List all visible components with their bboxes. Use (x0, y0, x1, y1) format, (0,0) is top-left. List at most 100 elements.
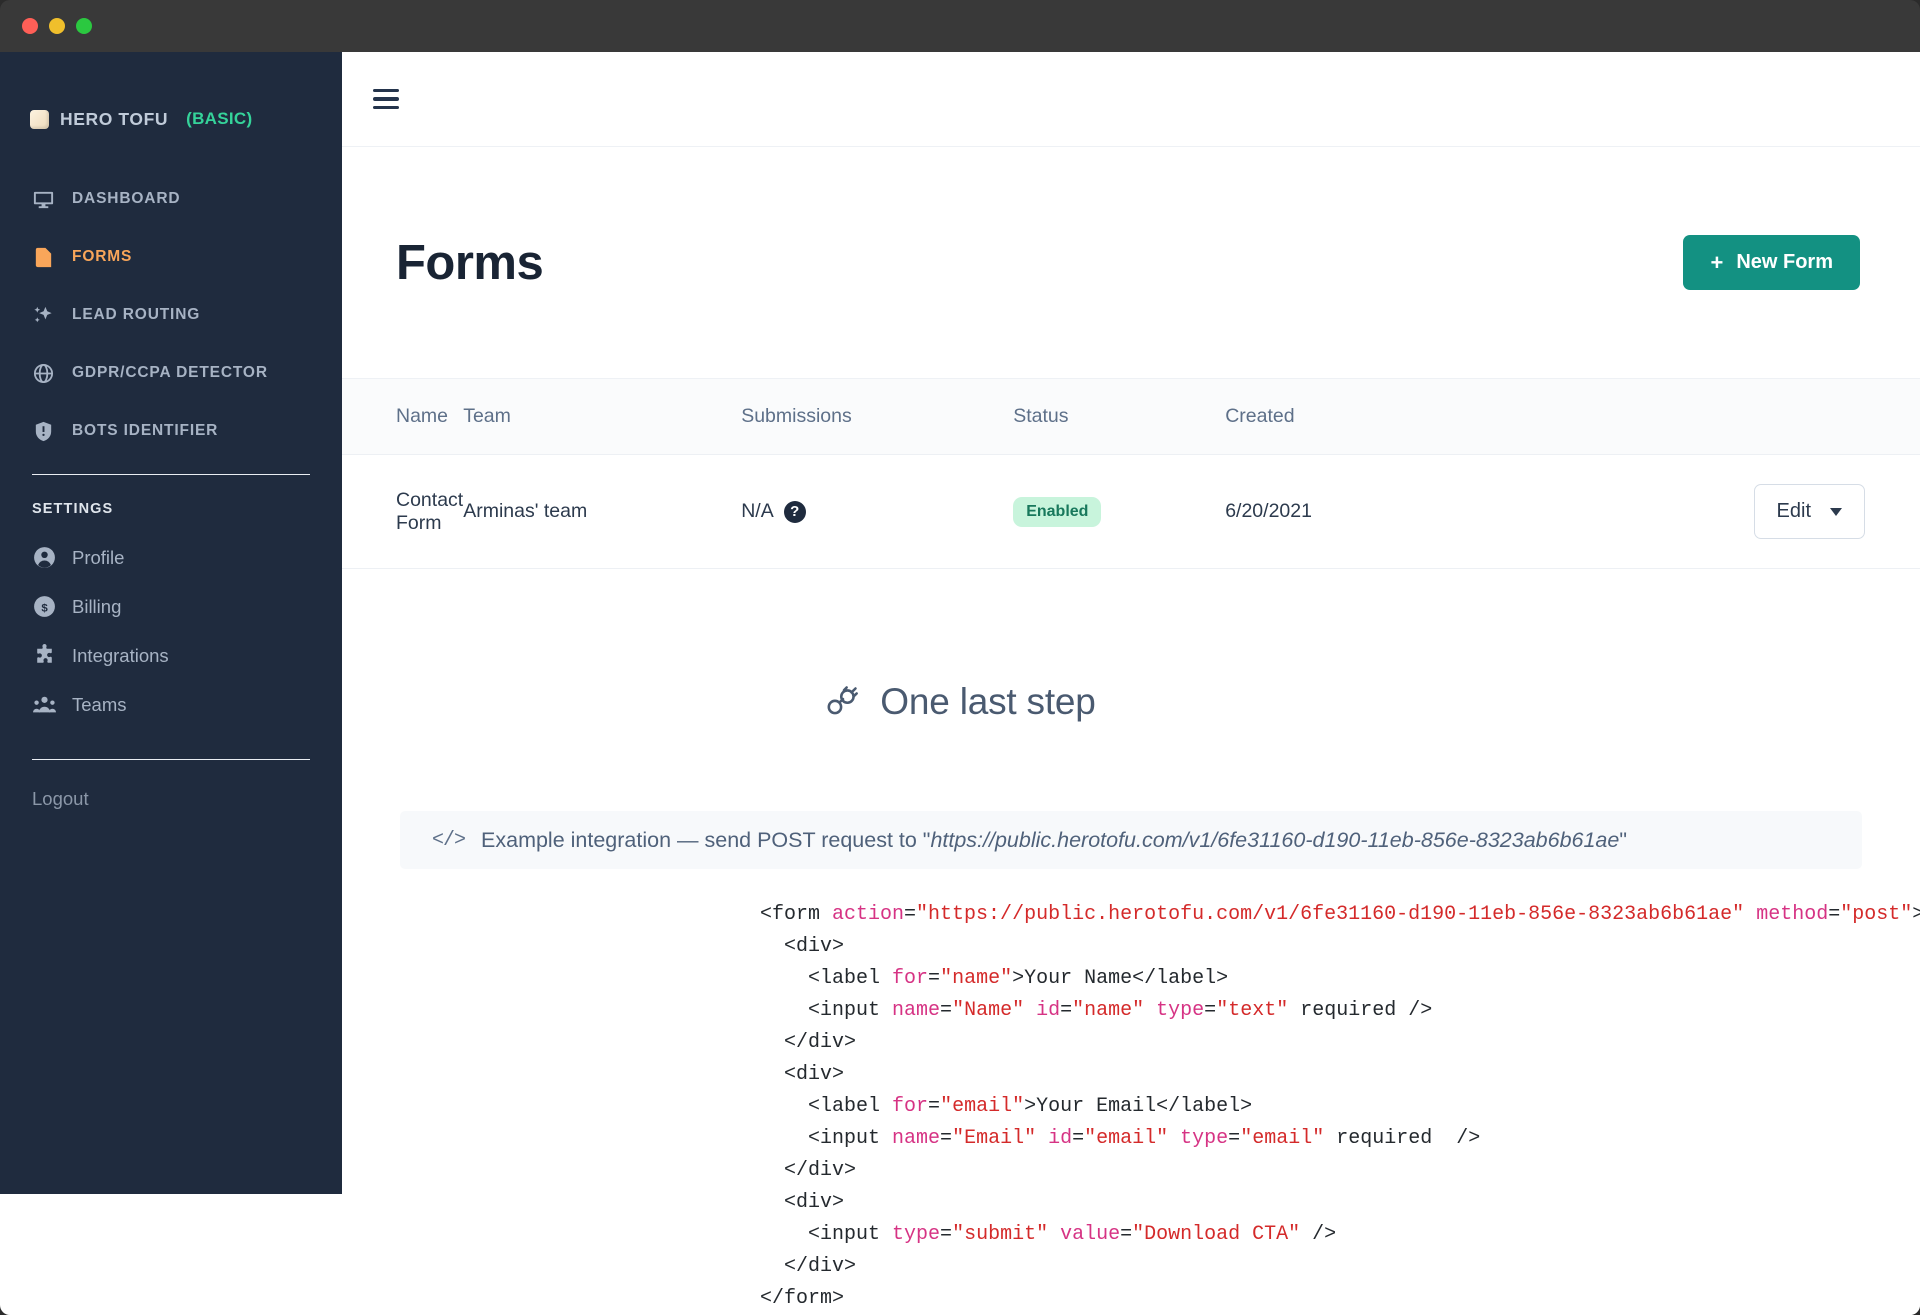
code-token: = (1072, 1127, 1085, 1150)
column-header-created[interactable]: Created (1225, 379, 1494, 455)
cell-submissions: N/A ? (741, 454, 1014, 569)
sidebar-item-gdpr-ccpa-detector[interactable]: GDPR/CCPA DETECTOR (0, 358, 342, 388)
sidebar-item-label: Teams (72, 693, 127, 715)
people-icon (32, 692, 57, 717)
code-tags-icon: </> (432, 828, 466, 852)
monitor-icon (32, 188, 55, 211)
code-token: "name" (940, 967, 1013, 990)
column-header-team[interactable]: Team (463, 379, 742, 455)
sidebar-divider-top (32, 474, 310, 475)
sidebar-item-profile[interactable]: Profile (0, 543, 342, 572)
globe-icon (32, 362, 55, 385)
column-header-submissions[interactable]: Submissions (741, 379, 1014, 455)
sidebar-item-label: GDPR/CCPA DETECTOR (72, 364, 268, 381)
code-token: </div> (760, 1255, 857, 1278)
code-token: type (892, 1223, 941, 1246)
page-header: Forms + New Form (342, 147, 1920, 379)
document-icon (32, 246, 55, 269)
code-token: <form (760, 903, 833, 926)
column-header-actions (1493, 379, 1920, 455)
code-token: name (892, 999, 941, 1022)
code-token: action (832, 903, 905, 926)
sidebar-item-teams[interactable]: Teams (0, 690, 342, 719)
code-token: = (940, 1223, 953, 1246)
banner-suffix: " (1619, 827, 1627, 852)
sidebar-item-label: Integrations (72, 644, 169, 666)
table-head: Name Team Submissions Status Created (342, 379, 1920, 455)
code-token: > (1912, 903, 1920, 926)
question-mark-icon[interactable]: ? (783, 500, 806, 523)
settings-section-heading: SETTINGS (32, 501, 114, 517)
submissions-value: N/A (741, 500, 774, 522)
cell-status: Enabled (1013, 454, 1226, 569)
tofu-cube-icon (30, 109, 49, 129)
new-form-button[interactable]: + New Form (1683, 235, 1860, 290)
column-header-name[interactable]: Name (342, 379, 464, 455)
user-circle-icon (32, 545, 57, 570)
code-token: = (904, 903, 917, 926)
code-token: value (1060, 1223, 1121, 1246)
brand-plan-badge: (BASIC) (186, 109, 253, 128)
puzzle-icon (32, 643, 57, 668)
main-content: Forms + New Form Name Team Submissions S… (342, 52, 1920, 1315)
table-body: Contact Form Arminas' team N/A ? Enabled (342, 454, 1920, 569)
cell-created: 6/20/2021 (1225, 454, 1494, 569)
close-window-button[interactable] (22, 18, 38, 34)
code-token: type (1156, 999, 1205, 1022)
sidebar-item-label: DASHBOARD (72, 190, 181, 207)
code-token: >Your Name</label> (1012, 967, 1229, 990)
code-token: <div> (760, 1063, 845, 1086)
sidebar-item-integrations[interactable]: Integrations (0, 641, 342, 670)
code-token: <label (760, 967, 893, 990)
code-token: for (892, 1095, 929, 1118)
cell-actions: Edit (1493, 454, 1920, 569)
sidebar-item-forms[interactable]: FORMS (0, 242, 342, 272)
cell-team: Arminas' team (463, 454, 742, 569)
minimize-window-button[interactable] (49, 18, 65, 34)
code-token: "Name" (952, 999, 1025, 1022)
code-token: /> (1300, 1223, 1337, 1246)
sidebar-item-billing[interactable]: $ Billing (0, 592, 342, 621)
edit-dropdown-button[interactable]: Edit (1753, 484, 1865, 539)
code-token: = (928, 967, 941, 990)
code-token: = (1060, 999, 1073, 1022)
code-token: "text" (1216, 999, 1289, 1022)
code-snippet[interactable]: <form action="https://public.herotofu.co… (342, 869, 1920, 1315)
browser-window: HERO TOFU (BASIC) DASHBOARD FORMS LEAD R… (0, 0, 1920, 1315)
sidebar-item-label: BOTS IDENTIFIER (72, 422, 219, 439)
code-token: <label (760, 1095, 893, 1118)
column-header-status[interactable]: Status (1013, 379, 1226, 455)
code-token: <input (760, 1127, 893, 1150)
code-token: "submit" (952, 1223, 1049, 1246)
sidebar-divider-bottom (32, 759, 310, 760)
status-badge: Enabled (1013, 496, 1102, 527)
page-title: Forms (396, 235, 544, 290)
maximize-window-button[interactable] (76, 18, 92, 34)
hamburger-icon[interactable] (373, 88, 399, 110)
new-form-button-label: New Form (1736, 251, 1833, 273)
code-token: name (892, 1127, 941, 1150)
code-token: required /> (1324, 1127, 1481, 1150)
logout-link[interactable]: Logout (0, 788, 342, 810)
sidebar-item-lead-routing[interactable]: LEAD ROUTING (0, 300, 342, 330)
sidebar-item-dashboard[interactable]: DASHBOARD (0, 184, 342, 214)
svg-text:$: $ (41, 602, 48, 614)
sidebar-item-bots-identifier[interactable]: BOTS IDENTIFIER (0, 416, 342, 446)
code-token: = (1828, 903, 1841, 926)
table-row[interactable]: Contact Form Arminas' team N/A ? Enabled (342, 454, 1920, 569)
code-token: type (1180, 1127, 1229, 1150)
code-token: id (1036, 999, 1061, 1022)
brand-logo[interactable]: HERO TOFU (BASIC) (0, 104, 342, 134)
cell-form-name: Contact Form (342, 454, 464, 569)
integration-banner-text: Example integration — send POST request … (481, 828, 1627, 853)
code-token: = (928, 1095, 941, 1118)
app-root: HERO TOFU (BASIC) DASHBOARD FORMS LEAD R… (0, 52, 1920, 1315)
code-token: <div> (760, 1191, 845, 1214)
code-token: <input (760, 999, 893, 1022)
code-token: "post" (1840, 903, 1913, 926)
table-header-row: Name Team Submissions Status Created (342, 379, 1920, 455)
